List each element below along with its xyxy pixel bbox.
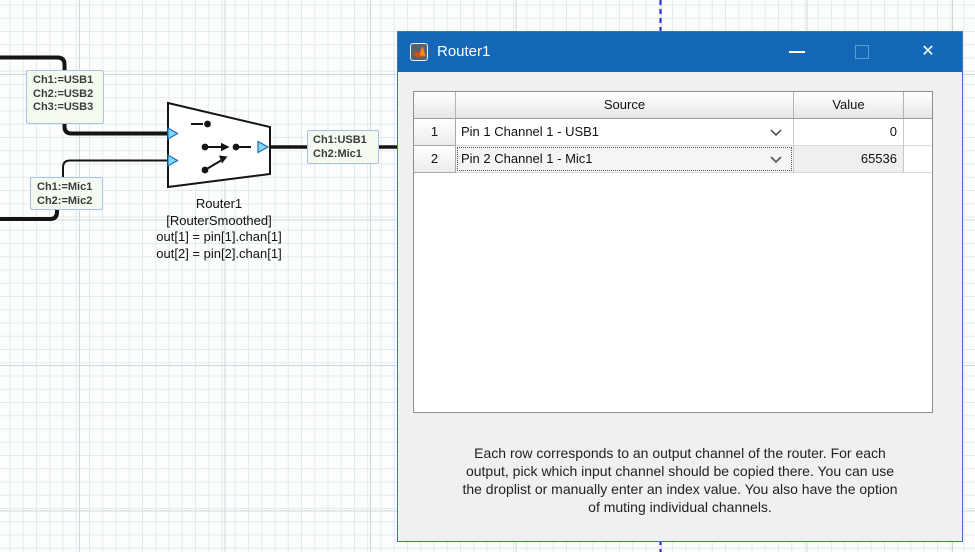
corner-header-cell	[414, 92, 456, 119]
minimize-button[interactable]	[771, 32, 823, 72]
router1-dialog: Router1 ✕ Source Value 1	[397, 31, 963, 542]
wire-label-usb: Ch1:=USB1 Ch2:=USB2 Ch3:=USB3	[26, 70, 104, 124]
matlab-icon	[410, 43, 428, 61]
value-cell-row2[interactable]: 65536	[794, 146, 904, 173]
wire-label-mic: Ch1:=Mic1 Ch2:=Mic2	[30, 177, 103, 210]
close-icon: ✕	[921, 44, 934, 60]
source-dropdown-row1[interactable]: Pin 1 Channel 1 - USB1	[456, 119, 794, 146]
source-dropdown-row2[interactable]: Pin 2 Channel 1 - Mic1	[456, 146, 794, 173]
screenshot-stage: Ch1:=USB1 Ch2:=USB2 Ch3:=USB3 Ch1:=Mic1 …	[0, 0, 975, 552]
dialog-description: Each row corresponds to an output channe…	[398, 444, 962, 516]
source-value-text: Pin 2 Channel 1 - Mic1	[461, 151, 593, 166]
dropdown-chevron-icon[interactable]	[770, 129, 782, 136]
filler-cell	[904, 146, 932, 173]
close-button[interactable]: ✕	[902, 32, 954, 72]
router-block[interactable]	[168, 103, 270, 187]
filler-header-cell	[904, 92, 932, 119]
value-column-header: Value	[794, 92, 904, 119]
source-value-text: Pin 1 Channel 1 - USB1	[461, 124, 599, 139]
table-row-selected: 2 Pin 2 Channel 1 - Mic1 65536	[414, 146, 932, 173]
value-cell-row1[interactable]: 0	[794, 119, 904, 146]
row-number-cell: 2	[414, 146, 456, 173]
dialog-titlebar[interactable]: Router1 ✕	[398, 32, 962, 72]
dropdown-chevron-icon[interactable]	[770, 156, 782, 163]
table-header-row: Source Value	[414, 92, 932, 119]
source-column-header: Source	[456, 92, 794, 119]
dialog-title: Router1	[437, 32, 490, 72]
router-block-caption: Router1 [RouterSmoothed] out[1] = pin[1]…	[119, 196, 319, 262]
filler-cell	[904, 119, 932, 146]
maximize-button[interactable]	[836, 32, 888, 72]
channel-table: Source Value 1 Pin 1 Channel 1 - USB1 0	[413, 91, 933, 413]
wire-label-output: Ch1:USB1 Ch2:Mic1	[307, 130, 379, 164]
table-row: 1 Pin 1 Channel 1 - USB1 0	[414, 119, 932, 146]
dialog-body: Source Value 1 Pin 1 Channel 1 - USB1 0	[398, 72, 962, 541]
row-number-cell: 1	[414, 119, 456, 146]
minimize-icon	[789, 51, 805, 53]
maximize-icon	[855, 45, 869, 59]
